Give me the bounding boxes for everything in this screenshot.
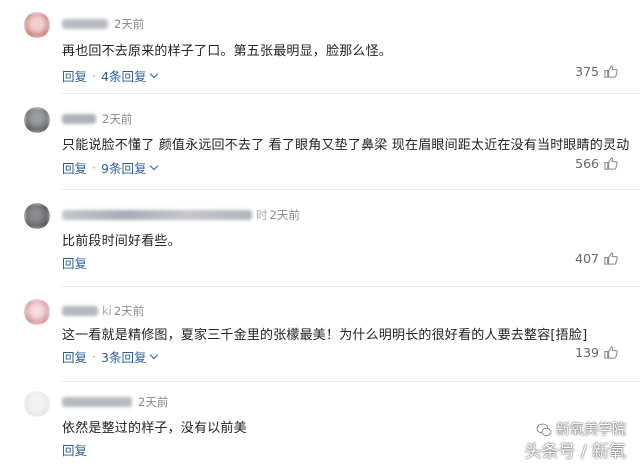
comment-text: 依然是整过的样子，没有以前美 (62, 421, 247, 436)
comment-time: 2天前 (102, 112, 133, 126)
like-button[interactable]: 566 (575, 156, 618, 171)
comment-time: 2天前 (113, 304, 145, 318)
comment-text: 只能说脸不懂了 颜值永远回不去了 看了眼角又垫了鼻梁 现在眉眼间距太近在没有当时… (62, 138, 630, 153)
wechat-icon (536, 423, 552, 436)
comment-time: 2天前 (269, 208, 300, 222)
separator-dot: · (92, 68, 96, 83)
avatar[interactable] (24, 12, 50, 38)
comment-item: 2天前 只能说脸不懂了 颜值永远回不去了 看了眼角又垫了鼻梁 现在眉眼间距太近在… (0, 94, 640, 190)
username-blurred[interactable] (62, 19, 108, 29)
comment-meta: 2天前 (62, 111, 132, 127)
watermark-line1: 新氧美学院 (524, 419, 626, 441)
comment-item: 时 2天前 比前段时间好看些。 回复 407 (0, 190, 640, 287)
username-tail: 时 (256, 208, 268, 222)
avatar[interactable] (24, 203, 50, 229)
separator-dot: · (92, 349, 96, 364)
avatar[interactable] (24, 299, 50, 325)
like-count: 566 (575, 156, 599, 171)
thumbs-up-icon (604, 252, 618, 265)
avatar[interactable] (24, 107, 50, 133)
comment-actions: 回复 · 3条回复 (62, 347, 159, 366)
reply-button[interactable]: 回复 (62, 66, 87, 85)
comment-meta: ki 2天前 (62, 303, 144, 319)
like-button[interactable]: 375 (575, 64, 618, 79)
comment-time: 2天前 (138, 395, 169, 409)
comment-meta: 2天前 (62, 394, 168, 410)
separator-dot: · (92, 160, 96, 175)
thumbs-up-icon (604, 346, 618, 359)
like-count: 375 (575, 64, 599, 79)
comment-text: 这一看就是精修图，夏家三千金里的张檬最美！为什么明明长的很好看的人要去整容[捂脸… (62, 328, 588, 343)
comment-item: ki 2天前 这一看就是精修图，夏家三千金里的张檬最美！为什么明明长的很好看的人… (0, 287, 640, 382)
username-blurred[interactable] (62, 210, 252, 220)
chevron-down-icon (150, 69, 159, 78)
comment-actions: 回复 · 4条回复 (62, 66, 159, 85)
replies-link[interactable]: 4条回复 (101, 66, 146, 85)
reply-button[interactable]: 回复 (62, 158, 87, 177)
avatar-image (24, 107, 50, 133)
comment-text: 比前段时间好看些。 (62, 234, 181, 249)
avatar-image (24, 12, 50, 38)
thumbs-up-icon (604, 157, 618, 170)
like-button[interactable]: 139 (575, 345, 618, 360)
like-count: 407 (575, 251, 599, 266)
comment-text: 再也回不去原来的样子了口。第五张最明显，脸那么怪。 (62, 44, 393, 59)
comment-time: 2天前 (114, 17, 145, 31)
reply-button[interactable]: 回复 (62, 347, 87, 366)
avatar[interactable] (24, 391, 50, 417)
comment-actions: 回复 (62, 440, 87, 459)
replies-link[interactable]: 9条回复 (101, 158, 146, 177)
comment-meta: 2天前 (62, 16, 144, 32)
chevron-down-icon (150, 161, 159, 170)
username-blurred[interactable] (62, 114, 96, 124)
watermark-line2: 头条号 / 新氧 (524, 442, 626, 462)
chevron-down-icon (150, 350, 159, 359)
watermark: 新氧美学院 头条号 / 新氧 (524, 419, 626, 463)
like-count: 139 (575, 345, 599, 360)
reply-button[interactable]: 回复 (62, 440, 87, 459)
comment-actions: 回复 · 9条回复 (62, 158, 159, 177)
username-blurred[interactable] (62, 306, 98, 316)
comment-meta: 时 2天前 (62, 207, 300, 223)
replies-link[interactable]: 3条回复 (101, 347, 146, 366)
avatar-image (24, 299, 50, 325)
username-tail: ki (102, 304, 112, 318)
watermark-brand: 新氧美学院 (556, 422, 626, 438)
like-button[interactable]: 407 (575, 251, 618, 266)
thumbs-up-icon (604, 65, 618, 78)
avatar-image (24, 203, 50, 229)
comment-actions: 回复 (62, 253, 87, 272)
avatar-image (24, 391, 50, 417)
username-blurred[interactable] (62, 397, 132, 407)
reply-button[interactable]: 回复 (62, 253, 87, 272)
comment-item: 2天前 再也回不去原来的样子了口。第五张最明显，脸那么怪。 回复 · 4条回复 … (0, 0, 640, 94)
